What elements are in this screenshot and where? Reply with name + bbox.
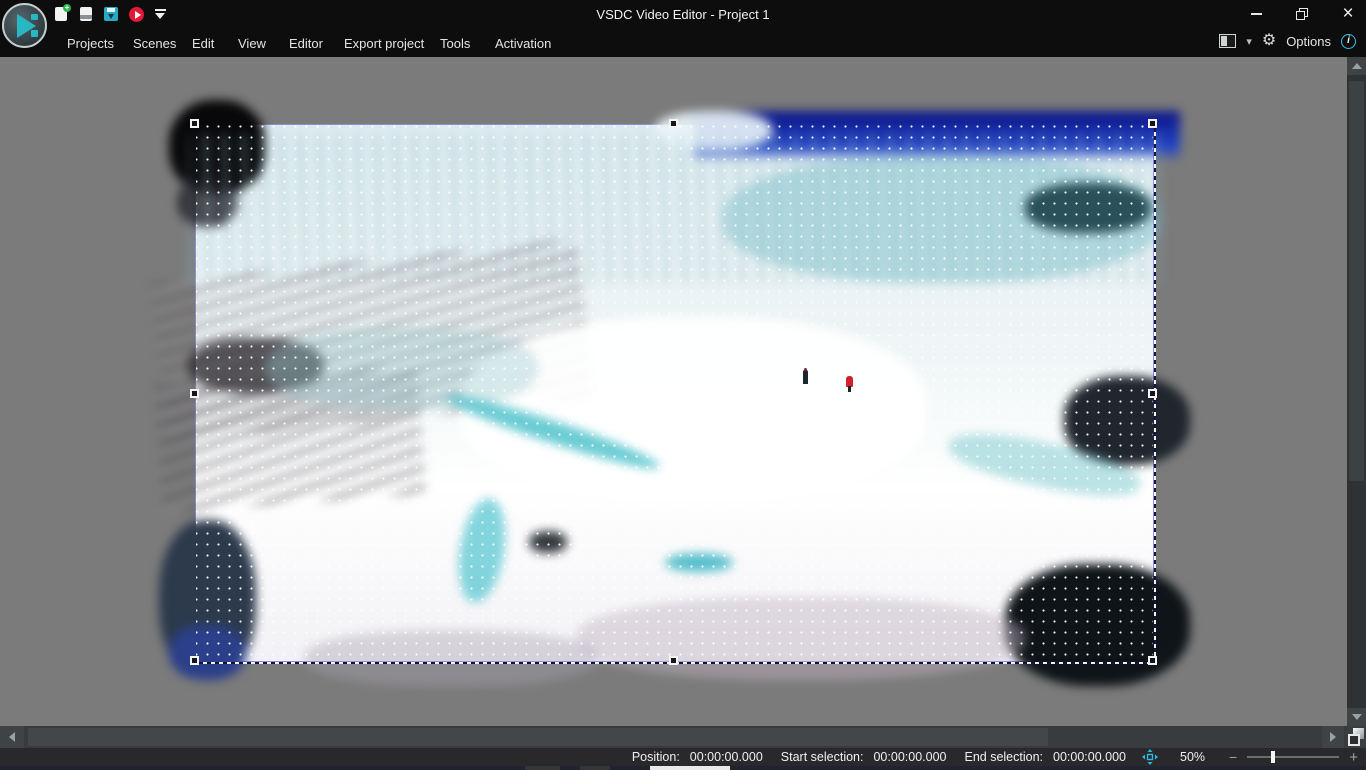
restore-icon <box>1296 8 1308 20</box>
scroll-up-button[interactable] <box>1347 57 1366 75</box>
menu-projects[interactable]: Projects <box>67 36 114 51</box>
menu-export-project[interactable]: Export project <box>344 36 424 51</box>
menu-scenes[interactable]: Scenes <box>133 36 176 51</box>
menu-view[interactable]: View <box>238 36 266 51</box>
fit-scene-icon[interactable] <box>1142 749 1159 765</box>
resize-handle-top-right[interactable] <box>1148 119 1157 128</box>
top-right-tools: ▾ ⚙ Options i <box>1219 33 1356 49</box>
scrollbar-corner-widget[interactable] <box>1346 726 1366 748</box>
arrow-down-icon <box>1351 714 1362 720</box>
grid-dots-overlay <box>196 125 1153 661</box>
resize-handle-top-center[interactable] <box>669 119 678 128</box>
horizontal-scrollbar[interactable] <box>0 726 1346 748</box>
menu-editor[interactable]: Editor <box>289 36 323 51</box>
scroll-down-button[interactable] <box>1347 708 1366 726</box>
position-value: 00:00:00.000 <box>689 750 763 764</box>
selected-video-object[interactable] <box>151 100 1191 686</box>
zoom-slider-handle[interactable] <box>1271 751 1276 763</box>
horizontal-scrollbar-thumb[interactable] <box>28 728 1048 746</box>
hiker-dark-figure <box>802 368 808 385</box>
resize-handle-bottom-right[interactable] <box>1148 656 1157 665</box>
start-selection-value: 00:00:00.000 <box>873 750 947 764</box>
quick-access-toolbar: + <box>54 4 170 23</box>
start-selection-label: Start selection: <box>780 750 864 764</box>
zoom-slider[interactable] <box>1247 750 1340 764</box>
vertical-scrollbar[interactable] <box>1347 57 1366 726</box>
new-project-icon[interactable]: + <box>54 4 71 23</box>
close-button[interactable]: × <box>1338 3 1358 24</box>
status-bar: Position: 00:00:00.000 Start selection: … <box>0 748 1366 766</box>
info-icon[interactable]: i <box>1341 33 1356 49</box>
menu-activation[interactable]: Activation <box>495 36 551 51</box>
minimize-icon <box>1250 13 1262 15</box>
resize-handle-top-left[interactable] <box>190 119 199 128</box>
restore-button[interactable] <box>1292 6 1312 22</box>
zoom-out-icon[interactable]: − <box>1229 749 1237 765</box>
title-bar: VSDC Video Editor - Project 1 + × <box>0 0 1366 30</box>
scroll-left-button[interactable] <box>0 726 24 748</box>
menu-edit[interactable]: Edit <box>192 36 214 51</box>
resize-handle-mid-right[interactable] <box>1148 389 1157 398</box>
menu-bar: Projects Scenes Edit View Editor Export … <box>0 30 1366 57</box>
resize-handle-bottom-left[interactable] <box>190 656 199 665</box>
options-button[interactable]: Options <box>1286 34 1331 49</box>
export-video-icon[interactable] <box>129 6 145 23</box>
minimize-button[interactable] <box>1246 6 1266 22</box>
zoom-percent: 50% <box>1180 750 1206 764</box>
gear-icon: ⚙ <box>1261 32 1277 49</box>
arrow-left-icon <box>9 732 15 742</box>
quick-access-dropdown-icon[interactable] <box>154 6 170 23</box>
end-selection-label: End selection: <box>964 750 1044 764</box>
save-project-icon[interactable] <box>104 6 120 23</box>
end-selection-value: 00:00:00.000 <box>1053 750 1127 764</box>
window-controls: × <box>1246 3 1358 24</box>
hiker-red-figure <box>845 375 853 392</box>
resize-handle-bottom-center[interactable] <box>669 656 678 665</box>
open-project-icon[interactable] <box>79 6 95 23</box>
zoom-in-icon[interactable]: + <box>1349 749 1358 766</box>
window-title: VSDC Video Editor - Project 1 <box>596 7 770 22</box>
taskbar-edge-strip <box>0 766 1366 770</box>
app-window: VSDC Video Editor - Project 1 + × Projec… <box>0 0 1366 770</box>
vertical-scrollbar-thumb[interactable] <box>1349 81 1364 481</box>
arrow-right-icon <box>1330 732 1336 742</box>
layout-panel-icon[interactable] <box>1219 34 1237 48</box>
arrow-up-icon <box>1351 63 1362 69</box>
scene-canvas[interactable] <box>0 57 1347 726</box>
position-label: Position: <box>631 750 680 764</box>
chevron-down-icon[interactable]: ▾ <box>1246 35 1252 48</box>
resize-handle-mid-left[interactable] <box>190 389 199 398</box>
scroll-right-button[interactable] <box>1322 726 1344 748</box>
close-icon: × <box>1342 3 1354 24</box>
app-logo-icon[interactable] <box>2 3 47 48</box>
menu-tools[interactable]: Tools <box>440 36 470 51</box>
